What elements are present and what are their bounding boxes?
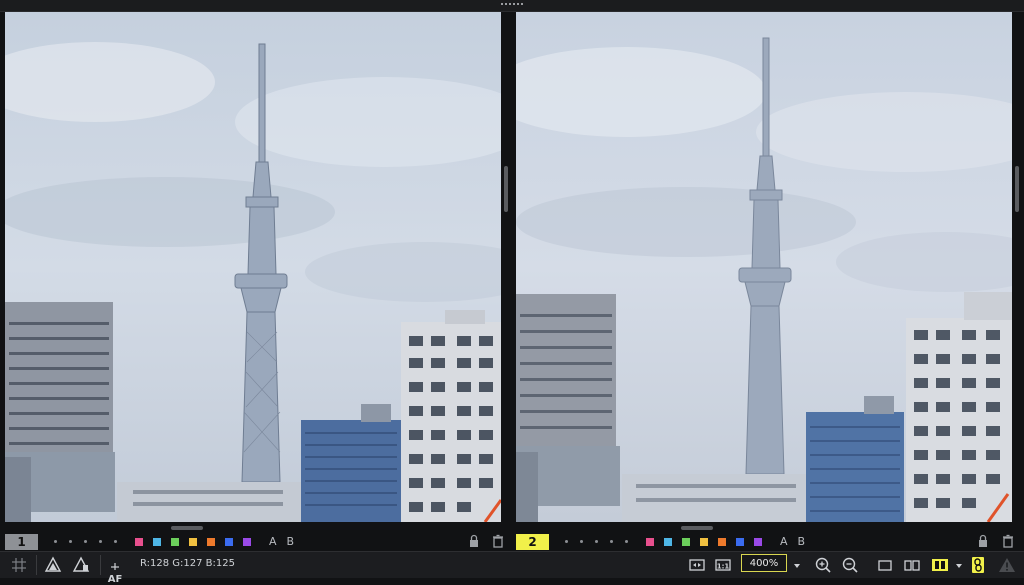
- lock-icon[interactable]: [976, 533, 990, 549]
- color-label-green[interactable]: [171, 537, 179, 546]
- color-label-purple[interactable]: [243, 537, 251, 546]
- toolbar-divider: [100, 555, 101, 575]
- af-crosshair-icon: [111, 563, 119, 570]
- trash-icon[interactable]: [1001, 533, 1015, 549]
- compare-1-2-icon[interactable]: [931, 556, 949, 574]
- photo-skytree-1: [5, 12, 501, 522]
- rating-dot-5[interactable]: [625, 540, 628, 543]
- viewer-1-horizontal-scrollbar[interactable]: [171, 526, 203, 530]
- color-label-orange[interactable]: [718, 537, 726, 546]
- grid-icon[interactable]: [10, 556, 28, 574]
- highlight-warning-icon[interactable]: [44, 556, 62, 574]
- zoom-dropdown-chevron-down-icon[interactable]: [792, 556, 802, 574]
- color-labels-1: [135, 537, 251, 546]
- trash-icon[interactable]: [491, 533, 505, 549]
- color-label-pink[interactable]: [135, 537, 143, 546]
- color-label-blue[interactable]: [225, 537, 233, 546]
- viewer-2-vertical-scrollbar[interactable]: [1015, 166, 1019, 212]
- image-viewer-2[interactable]: [516, 12, 1012, 522]
- rating-dot-3[interactable]: [84, 540, 87, 543]
- af-point-button[interactable]: AF: [106, 556, 124, 585]
- drag-grip-icon[interactable]: [501, 3, 523, 5]
- panel-badge-1[interactable]: 1: [5, 533, 38, 550]
- color-label-cyan[interactable]: [153, 537, 161, 546]
- color-label-orange[interactable]: [207, 537, 215, 546]
- rating-dot-3[interactable]: [595, 540, 598, 543]
- tag-b-button[interactable]: B: [287, 535, 295, 548]
- color-label-yellow[interactable]: [189, 537, 197, 546]
- rating-dot-1[interactable]: [565, 540, 568, 543]
- single-view-icon[interactable]: [877, 556, 893, 574]
- rating-dot-5[interactable]: [114, 540, 117, 543]
- color-label-cyan[interactable]: [664, 537, 672, 546]
- zoom-in-icon[interactable]: [814, 556, 832, 574]
- tag-b-button[interactable]: B: [798, 535, 806, 548]
- tag-a-button[interactable]: A: [269, 535, 277, 548]
- panel-badge-2[interactable]: 2: [516, 533, 549, 550]
- lock-icon[interactable]: [467, 533, 481, 549]
- shadow-warning-icon[interactable]: [72, 556, 90, 574]
- viewer-2-horizontal-scrollbar[interactable]: [681, 526, 713, 530]
- warning-icon[interactable]: [998, 556, 1016, 574]
- link-sync-icon[interactable]: [970, 556, 986, 574]
- viewer-1-vertical-scrollbar[interactable]: [504, 166, 508, 212]
- color-label-green[interactable]: [682, 537, 690, 546]
- image-viewer-1[interactable]: [5, 12, 501, 522]
- view-mode-chevron-down-icon[interactable]: [954, 556, 964, 574]
- photo-skytree-2: [516, 12, 1012, 522]
- tag-a-button[interactable]: A: [780, 535, 788, 548]
- svg-text:1:1: 1:1: [717, 563, 730, 571]
- top-bar: [0, 0, 1024, 12]
- rating-dot-1[interactable]: [54, 540, 57, 543]
- rating-dots[interactable]: [565, 540, 628, 543]
- color-label-yellow[interactable]: [700, 537, 708, 546]
- rating-dot-2[interactable]: [580, 540, 583, 543]
- two-up-view-icon[interactable]: [903, 556, 921, 574]
- rgb-readout: R:128 G:127 B:125: [140, 558, 235, 569]
- toolbar-divider: [36, 555, 37, 575]
- color-label-purple[interactable]: [754, 537, 762, 546]
- actual-size-icon[interactable]: 1:1: [714, 556, 732, 574]
- rating-dot-4[interactable]: [610, 540, 613, 543]
- zoom-out-icon[interactable]: [841, 556, 859, 574]
- rating-dot-2[interactable]: [69, 540, 72, 543]
- panel-bar-1: 1 A B: [5, 533, 505, 550]
- bottom-toolbar: AF R:128 G:127 B:125 1:1 400%: [0, 551, 1024, 585]
- rating-dots[interactable]: [54, 540, 117, 543]
- color-label-blue[interactable]: [736, 537, 744, 546]
- rating-dot-4[interactable]: [99, 540, 102, 543]
- panel-bar-2: 2 A B: [516, 533, 1016, 550]
- color-labels-2: [646, 537, 762, 546]
- color-label-pink[interactable]: [646, 537, 654, 546]
- zoom-level-field[interactable]: 400%: [741, 554, 787, 572]
- fit-to-screen-icon[interactable]: [688, 556, 706, 574]
